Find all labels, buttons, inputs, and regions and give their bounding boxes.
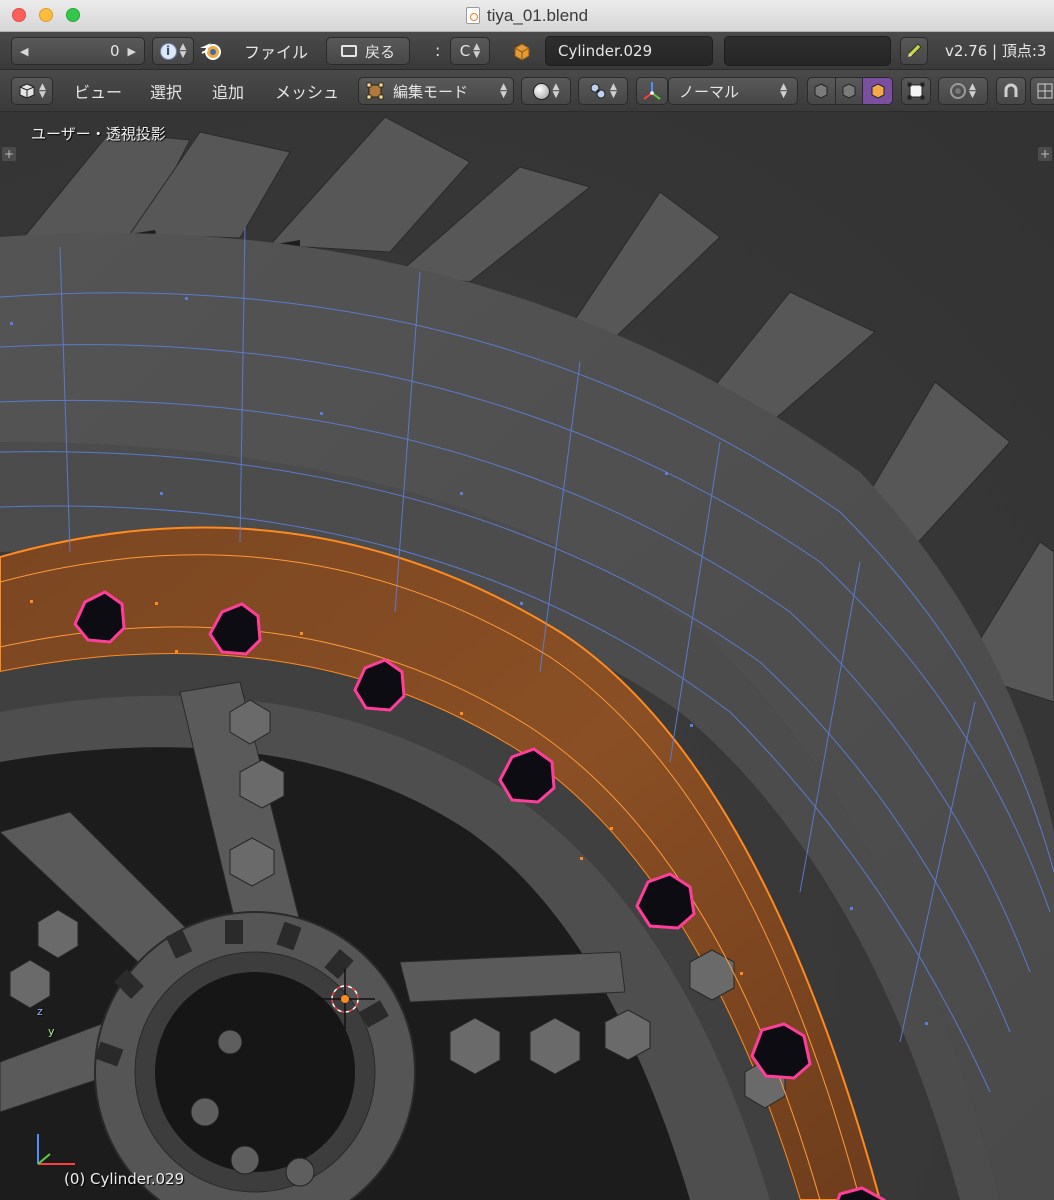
info-icon: i [159, 42, 177, 60]
select-menu[interactable]: 選択 [150, 70, 182, 111]
decrement-arrow-icon[interactable]: ◀ [20, 45, 28, 58]
select-mode-group [807, 77, 893, 105]
hub-center [155, 972, 355, 1172]
window-title-area: tiya_01.blend [0, 0, 1054, 31]
updown-arrows-icon: ▲ ▼ [473, 42, 481, 60]
occlude-geometry-icon [907, 82, 925, 100]
window-title: tiya_01.blend [486, 5, 589, 25]
axis-z-label: z [37, 1005, 43, 1018]
updown-arrows-icon: ▲ ▼ [179, 42, 187, 60]
updown-arrows-icon: ▲ ▼ [780, 82, 787, 100]
scene-separator: : [435, 41, 441, 60]
info-header: ◀ 0 ▶ i ▲ ▼ ファイル 戻る : C ▲ ▼ Cylinder.029 v… [0, 32, 1054, 70]
blend-file-icon [465, 7, 480, 24]
updown-arrows-icon: ▲ ▼ [552, 82, 560, 100]
file-menu[interactable]: ファイル [244, 32, 308, 69]
updown-arrows-icon: ▲ ▼ [610, 82, 617, 100]
object-name-field[interactable]: Cylinder.029 [545, 36, 713, 66]
updown-arrows-icon: ▲ ▼ [969, 82, 976, 100]
scene-letter: C [459, 42, 471, 60]
proportional-edit-icon [950, 83, 967, 99]
edit-mode-icon [366, 82, 384, 100]
view-name-label: ユーザー・透視投影 [31, 125, 166, 143]
scene-selector[interactable]: C ▲ ▼ [450, 37, 490, 65]
transform-manipulator-icon [643, 82, 661, 100]
vertex-select-icon [814, 83, 828, 99]
edge-select-icon [842, 83, 856, 99]
face-select-icon [871, 83, 885, 99]
viewport-shading-selector[interactable]: ▲ ▼ [521, 77, 571, 105]
frame-value: 0 [109, 42, 120, 60]
pencil-icon [907, 43, 922, 58]
manipulator-toggle[interactable] [636, 77, 668, 105]
magnet-icon [1004, 83, 1018, 97]
viewport-header: ▲ ▼ ビュー 選択 追加 メッシュ 編集モード ▲ ▼ ▲ ▼ ▲ ▼ ノーマ… [0, 70, 1054, 112]
wheel-mesh-render[interactable] [0, 112, 1054, 1200]
updown-arrows-icon: ▲ ▼ [500, 82, 507, 100]
add-menu[interactable]: 追加 [212, 70, 244, 111]
increment-arrow-icon[interactable]: ▶ [128, 45, 136, 58]
mesh-menu[interactable]: メッシュ [275, 70, 339, 111]
back-label: 戻る [364, 42, 395, 61]
back-screen-icon [340, 45, 357, 57]
3d-view-editor-selector[interactable]: ▲ ▼ [11, 77, 53, 105]
version-stats: v2.76 | 頂点:3 [945, 42, 1047, 60]
3d-viewport[interactable]: ユーザー・透視投影 + + z y (0) Cylinder.029 [0, 112, 1054, 1200]
updown-arrows-icon: ▲ ▼ [39, 82, 46, 100]
face-select-button[interactable] [863, 78, 892, 104]
orientation-label: ノーマル [679, 82, 740, 101]
vertex-select-button[interactable] [808, 78, 836, 104]
mode-label: 編集モード [393, 82, 469, 101]
snap-increment-icon [1037, 83, 1053, 99]
cube-icon [19, 83, 35, 99]
view-menu[interactable]: ビュー [74, 70, 122, 111]
search-field[interactable] [724, 36, 891, 66]
object-data-icon [514, 43, 530, 61]
axis-y-label: y [48, 1025, 55, 1038]
snap-element-selector[interactable] [1030, 77, 1054, 105]
frame-number-field[interactable]: ◀ 0 ▶ [11, 37, 145, 65]
blender-logo-icon [200, 43, 221, 60]
limit-selection-to-visible-toggle[interactable] [901, 77, 931, 105]
pivot-point-icon [590, 83, 606, 99]
back-to-previous-button[interactable]: 戻る [326, 37, 410, 65]
properties-panel-toggle[interactable]: + [1038, 147, 1052, 161]
edge-select-button[interactable] [836, 78, 864, 104]
mode-selector[interactable]: 編集モード ▲ ▼ [358, 77, 514, 105]
solid-shading-icon [532, 82, 550, 100]
grease-pencil-button[interactable] [900, 37, 928, 65]
editor-type-selector[interactable]: i ▲ ▼ [152, 37, 194, 65]
object-name: Cylinder.029 [558, 42, 653, 60]
tool-shelf-toggle[interactable]: + [2, 147, 16, 161]
active-object-label: (0) Cylinder.029 [64, 1170, 185, 1188]
window-titlebar: tiya_01.blend [0, 0, 1054, 32]
pivot-point-selector[interactable]: ▲ ▼ [578, 77, 628, 105]
transform-orientation-selector[interactable]: ノーマル ▲ ▼ [668, 77, 798, 105]
proportional-editing-selector[interactable]: ▲ ▼ [938, 77, 988, 105]
snap-toggle[interactable] [996, 77, 1026, 105]
